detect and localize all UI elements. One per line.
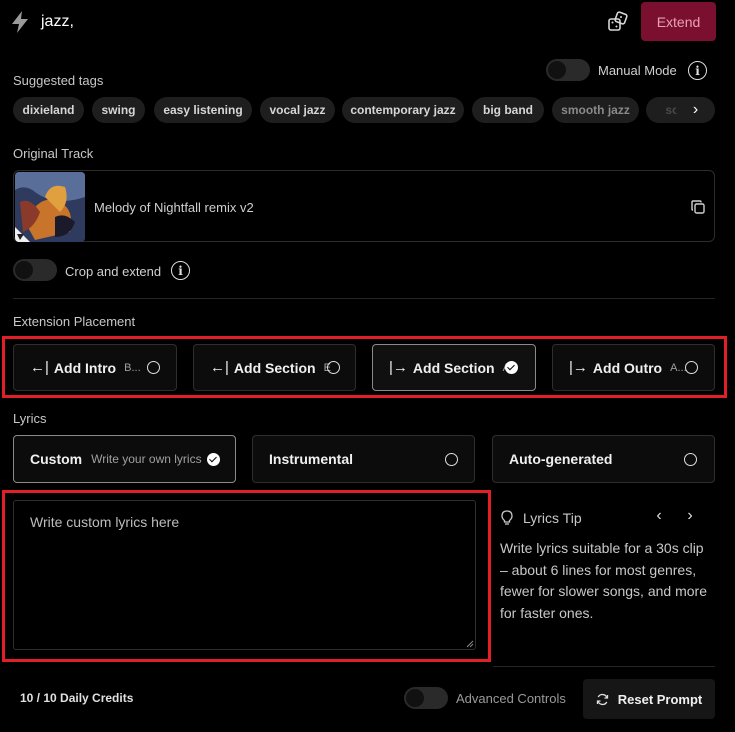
add-section-before-button[interactable]: ←| Add Section E bbox=[193, 344, 356, 391]
add-outro-button[interactable]: |→ Add Outro A... bbox=[552, 344, 715, 391]
placement-option-hint: B... bbox=[124, 361, 141, 374]
arrow-left-bar-icon: ←| bbox=[30, 359, 49, 376]
arrow-left-bar-icon: ←| bbox=[210, 359, 229, 376]
placement-option-label: Add Intro bbox=[53, 359, 117, 376]
refresh-icon bbox=[596, 693, 608, 705]
dice-icon[interactable] bbox=[607, 11, 629, 33]
extension-placement-label: Extension Placement bbox=[13, 314, 136, 329]
lyrics-textarea[interactable] bbox=[13, 500, 476, 650]
reset-prompt-label: Reset Prompt bbox=[617, 691, 703, 707]
add-intro-button[interactable]: ←| Add Intro B... bbox=[13, 344, 177, 391]
lyrics-tip-text: Write lyrics suitable for a 30s clip – a… bbox=[500, 540, 707, 621]
tag-chip[interactable]: big band bbox=[472, 97, 544, 123]
tag-chip[interactable]: easy listening bbox=[154, 97, 252, 123]
radio-icon bbox=[327, 361, 340, 374]
reset-prompt-button[interactable]: Reset Prompt bbox=[583, 679, 715, 719]
tag-list: dixieland swing easy listening vocal jaz… bbox=[13, 97, 715, 123]
original-track-label: Original Track bbox=[13, 146, 94, 161]
check-icon bbox=[207, 453, 220, 466]
extend-button[interactable]: Extend bbox=[641, 2, 716, 41]
divider bbox=[13, 298, 715, 299]
manual-mode-label: Manual Mode bbox=[598, 63, 677, 78]
tag-chip[interactable]: dixieland bbox=[13, 97, 84, 123]
copy-icon[interactable] bbox=[690, 199, 706, 215]
chevron-left-icon[interactable]: ‹ bbox=[649, 506, 669, 526]
lyrics-label: Lyrics bbox=[13, 411, 47, 426]
check-icon bbox=[505, 361, 518, 374]
radio-icon bbox=[684, 453, 697, 466]
manual-mode-toggle[interactable] bbox=[546, 59, 590, 81]
divider bbox=[493, 666, 715, 667]
lyrics-option-label: Custom bbox=[30, 451, 83, 467]
track-cover-art bbox=[15, 172, 85, 242]
chevron-right-icon[interactable]: › bbox=[680, 506, 700, 526]
advanced-controls-label: Advanced Controls bbox=[456, 691, 566, 706]
crop-extend-label: Crop and extend bbox=[65, 264, 162, 279]
track-name: Melody of Nightfall remix v2 bbox=[94, 200, 254, 215]
tag-chip[interactable]: contemporary jazz bbox=[342, 97, 464, 123]
add-section-after-button[interactable]: |→ Add Section A bbox=[372, 344, 536, 391]
lyrics-option-label: Instrumental bbox=[269, 451, 354, 467]
lyrics-tip-header: Lyrics Tip bbox=[500, 510, 582, 526]
original-track-card[interactable]: Melody of Nightfall remix v2 bbox=[13, 170, 715, 242]
bolt-icon bbox=[12, 11, 28, 33]
placement-option-label: Add Outro bbox=[592, 359, 663, 376]
placement-option-label: Add Section bbox=[412, 359, 495, 376]
lyrics-option-label: Auto-generated bbox=[509, 451, 613, 467]
tag-chip[interactable]: smooth jazz bbox=[552, 97, 639, 123]
radio-icon bbox=[445, 453, 458, 466]
daily-credits: 10 / 10 Daily Credits bbox=[20, 691, 134, 705]
info-icon[interactable]: i bbox=[688, 61, 707, 80]
suggested-tags-label: Suggested tags bbox=[13, 73, 104, 88]
lyrics-option-hint: Write your own lyrics bbox=[91, 452, 202, 466]
lyrics-auto-generated-button[interactable]: Auto-generated bbox=[492, 435, 715, 483]
advanced-controls-toggle[interactable] bbox=[404, 687, 448, 709]
resize-handle-icon[interactable] bbox=[466, 640, 474, 648]
radio-icon bbox=[685, 361, 698, 374]
arrow-right-bar-icon: |→ bbox=[389, 359, 408, 376]
placement-option-label: Add Section bbox=[233, 359, 316, 376]
crop-extend-toggle[interactable] bbox=[13, 259, 57, 281]
prompt-title: jazz, bbox=[41, 13, 74, 30]
tag-chip[interactable]: swing bbox=[92, 97, 145, 123]
arrow-right-bar-icon: |→ bbox=[569, 359, 588, 376]
chevron-right-icon[interactable]: › bbox=[676, 97, 715, 123]
lightbulb-icon bbox=[501, 510, 513, 525]
lyrics-tip-title: Lyrics Tip bbox=[523, 510, 582, 526]
radio-icon bbox=[147, 361, 160, 374]
lyrics-instrumental-button[interactable]: Instrumental bbox=[252, 435, 475, 483]
top-bar: jazz, Extend bbox=[0, 0, 735, 44]
tag-chip[interactable]: vocal jazz bbox=[260, 97, 335, 123]
lyrics-custom-button[interactable]: Custom Write your own lyrics bbox=[13, 435, 236, 483]
info-icon[interactable]: i bbox=[171, 261, 190, 280]
